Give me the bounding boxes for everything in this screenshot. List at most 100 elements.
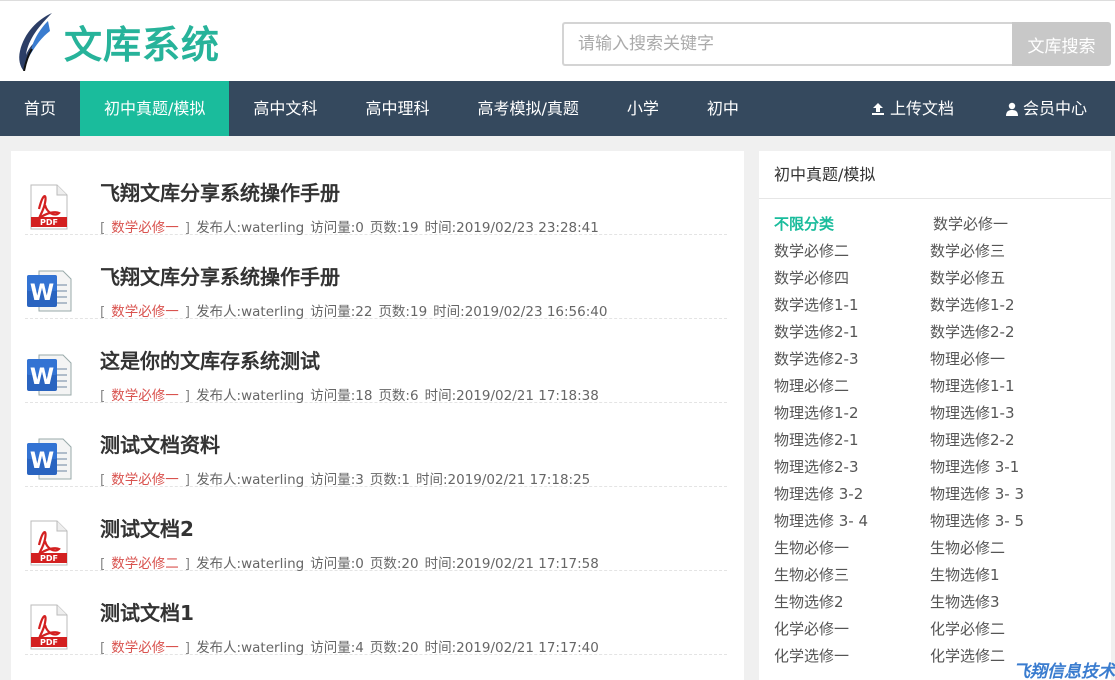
document-publisher: 发布人:waterling [196, 304, 305, 320]
svg-text:PDF: PDF [40, 218, 58, 227]
category-item[interactable]: 数学必修二 [774, 240, 849, 261]
document-views: 访问量:3 [310, 472, 364, 488]
category-item[interactable]: 数学选修2-3 [774, 348, 859, 369]
category-item[interactable]: 物理选修1-1 [930, 375, 1015, 396]
document-row: PDF 飞翔文库分享系统操作手册 [数学必修一] 发布人:waterling 访问量:… [25, 151, 727, 236]
nav-item-gaokao[interactable]: 高考模拟/真题 [453, 81, 602, 136]
word-file-icon[interactable]: W [25, 267, 73, 315]
category-item[interactable]: 数学必修一 [933, 213, 1008, 234]
category-item[interactable]: 物理选修 3-2 [774, 483, 863, 504]
category-item[interactable]: 化学选修二 [930, 645, 1005, 666]
nav-item-primary[interactable]: 小学 [603, 81, 683, 136]
category-item[interactable]: 不限分类 [774, 213, 834, 234]
pdf-file-icon[interactable]: PDF [25, 603, 73, 651]
word-file-icon[interactable]: W [25, 435, 73, 483]
category-item[interactable]: 物理选修2-3 [774, 456, 859, 477]
svg-text:PDF: PDF [40, 638, 58, 647]
category-item[interactable]: 生物必修三 [774, 564, 849, 585]
category-item[interactable]: 物理选修 3- 4 [774, 510, 868, 531]
document-publisher: 发布人:waterling [196, 388, 305, 404]
document-title[interactable]: 飞翔文库分享系统操作手册 [100, 261, 340, 290]
member-center-link[interactable]: 会员中心 [982, 81, 1115, 136]
document-category[interactable]: 数学必修一 [111, 304, 179, 320]
search-button[interactable]: 文库搜索 [1012, 22, 1111, 66]
document-time: 时间:2019/02/21 17:17:58 [424, 556, 599, 572]
document-time: 时间:2019/02/23 23:28:41 [424, 220, 599, 236]
document-publisher: 发布人:waterling [196, 220, 305, 236]
category-item[interactable]: 生物选修3 [930, 591, 1000, 612]
bracket-open: [ [100, 640, 106, 656]
category-item[interactable]: 生物必修二 [930, 537, 1005, 558]
category-item[interactable]: 物理必修二 [774, 375, 849, 396]
document-time: 时间:2019/02/21 17:18:38 [424, 388, 599, 404]
member-center-label: 会员中心 [1022, 99, 1087, 118]
document-views: 访问量:18 [310, 388, 373, 404]
svg-text:W: W [30, 449, 54, 474]
bracket-close: ] [184, 640, 191, 656]
search-input[interactable] [562, 22, 1012, 66]
bracket-close: ] [184, 472, 191, 488]
category-sidebar: 初中真题/模拟 不限分类 数学必修一数学必修二 数学必修三数学必修四 数学必修五数学选… [759, 151, 1111, 680]
document-category[interactable]: 数学必修一 [111, 388, 179, 404]
document-publisher: 发布人:waterling [196, 556, 305, 572]
upload-icon [871, 102, 884, 115]
watermark: 飞翔信息技术 [1013, 662, 1115, 680]
bracket-close: ] [184, 304, 191, 320]
document-title[interactable]: 这是你的文库存系统测试 [100, 345, 320, 374]
nav-item-senior-arts[interactable]: 高中文科 [229, 81, 341, 136]
word-file-icon[interactable]: W [25, 351, 73, 399]
category-item[interactable]: 物理选修2-1 [774, 429, 859, 450]
document-pages: 页数:20 [369, 556, 419, 572]
nav-item-home[interactable]: 首页 [0, 81, 80, 136]
category-item[interactable]: 数学必修三 [930, 240, 1005, 261]
nav-item-junior[interactable]: 初中 [683, 81, 763, 136]
document-title[interactable]: 测试文档2 [100, 513, 194, 542]
document-category[interactable]: 数学必修一 [111, 220, 179, 236]
document-row: PDF 测试文档2 [数学必修二] 发布人:waterling 访问量:0 页数:20 时… [25, 487, 727, 572]
category-item[interactable]: 数学选修2-1 [774, 321, 859, 342]
category-item[interactable]: 物理选修 3-1 [930, 456, 1019, 477]
bracket-open: [ [100, 388, 106, 404]
main-nav: 首页 初中真题/模拟 高中文科 高中理科 高考模拟/真题 小学 初中 上传文档 … [0, 81, 1115, 136]
category-item[interactable]: 生物选修2 [774, 591, 844, 612]
document-title[interactable]: 测试文档资料 [100, 429, 220, 458]
category-item[interactable]: 物理选修 3- 5 [930, 510, 1024, 531]
pdf-file-icon[interactable]: PDF [25, 183, 73, 231]
category-item[interactable]: 化学必修一 [774, 618, 849, 639]
nav-item-senior-science[interactable]: 高中理科 [341, 81, 453, 136]
category-item[interactable]: 化学选修一 [774, 645, 849, 666]
logo[interactable]: 文库系统 [14, 11, 220, 71]
category-item[interactable]: 数学必修四 [774, 267, 849, 288]
category-item[interactable]: 数学选修2-2 [930, 321, 1015, 342]
category-item[interactable]: 生物必修一 [774, 537, 849, 558]
category-item[interactable]: 物理必修一 [930, 348, 1005, 369]
category-item[interactable]: 物理选修 3- 3 [930, 483, 1024, 504]
sidebar-title: 初中真题/模拟 [759, 151, 1111, 199]
category-item[interactable]: 物理选修1-3 [930, 402, 1015, 423]
document-category[interactable]: 数学必修一 [111, 472, 179, 488]
bracket-close: ] [184, 388, 191, 404]
category-item[interactable]: 化学必修二 [930, 618, 1005, 639]
bracket-open: [ [100, 472, 106, 488]
category-item[interactable]: 数学选修1-1 [774, 294, 859, 315]
pdf-file-icon[interactable]: PDF [25, 519, 73, 567]
category-item[interactable]: 生物选修1 [930, 564, 1000, 585]
document-views: 访问量:0 [310, 220, 364, 236]
svg-text:PDF: PDF [40, 554, 58, 563]
category-item[interactable]: 物理选修2-2 [930, 429, 1015, 450]
document-pages: 页数:6 [378, 388, 419, 404]
document-meta: [数学必修一] 发布人:waterling 访问量:3 页数:1 时间:2019/02/… [100, 468, 596, 488]
upload-doc-link[interactable]: 上传文档 [847, 81, 982, 136]
document-meta: [数学必修二] 发布人:waterling 访问量:0 页数:20 时间:2019/02… [100, 552, 605, 572]
document-category[interactable]: 数学必修一 [111, 640, 179, 656]
document-category[interactable]: 数学必修二 [111, 556, 179, 572]
brand-name: 文库系统 [64, 22, 221, 67]
category-item[interactable]: 数学必修五 [930, 267, 1005, 288]
nav-item-junior-exams[interactable]: 初中真题/模拟 [80, 81, 230, 136]
category-item[interactable]: 物理选修1-2 [774, 402, 859, 423]
document-title[interactable]: 飞翔文库分享系统操作手册 [100, 177, 340, 206]
upload-doc-label: 上传文档 [889, 99, 954, 118]
document-time: 时间:2019/02/21 17:18:25 [415, 472, 591, 488]
document-title[interactable]: 测试文档1 [100, 597, 194, 626]
category-item[interactable]: 数学选修1-2 [930, 294, 1015, 315]
